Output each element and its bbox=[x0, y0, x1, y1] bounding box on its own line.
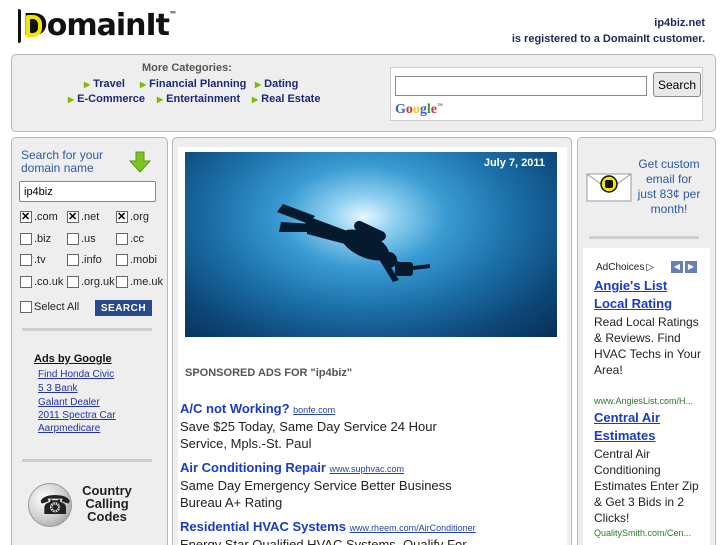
sponsored-ad-url[interactable]: bonfe.com bbox=[293, 405, 335, 415]
sponsored-ad-title[interactable]: A/C not Working? bonfe.com bbox=[180, 401, 335, 416]
right-ad-title[interactable]: Angie's List Local Rating bbox=[594, 277, 704, 313]
right-ad-title[interactable]: Central Air Estimates bbox=[594, 409, 704, 445]
tld-checkbox-co-uk[interactable]: .co.uk bbox=[20, 276, 63, 288]
category-financial-planning[interactable]: ▶ Financial Planning bbox=[140, 78, 246, 90]
adchoices-triangle-icon: ▷ bbox=[646, 262, 655, 273]
registered-domain: ip4biz.net bbox=[654, 17, 705, 29]
sponsored-ad-description: Energy Star Qualified HVAC Systems. Qual… bbox=[180, 537, 467, 545]
date-label: July 7, 2011 bbox=[483, 157, 545, 169]
checkbox-checked[interactable] bbox=[20, 210, 32, 223]
google-search-button[interactable]: Search bbox=[653, 72, 701, 97]
category-real-estate[interactable]: ▶ Real Estate bbox=[252, 93, 320, 105]
tld-checkbox-tv[interactable]: .tv bbox=[20, 254, 46, 266]
google-search-input[interactable] bbox=[395, 76, 647, 96]
sponsored-ad-title[interactable]: Residential HVAC Systems www.rheem.com/A… bbox=[180, 519, 480, 534]
category-dating[interactable]: ▶ Dating bbox=[255, 78, 298, 90]
bullet-arrow-icon: ▶ bbox=[140, 79, 147, 89]
tld-checkbox-biz[interactable]: .biz bbox=[20, 233, 51, 245]
domain-name-input[interactable] bbox=[19, 181, 156, 202]
sponsored-ad-url[interactable]: www.suphvac.com bbox=[330, 464, 405, 474]
scuba-diver-silhouette bbox=[277, 204, 430, 282]
divider bbox=[22, 459, 152, 462]
hero-image: July 7, 2011 bbox=[185, 152, 557, 337]
tld-checkbox-mobi[interactable]: .mobi bbox=[116, 254, 157, 266]
email-envelope-icon[interactable] bbox=[586, 170, 632, 202]
tld-checkbox-cc[interactable]: .cc bbox=[116, 233, 144, 245]
google-logo: Google™ bbox=[395, 102, 443, 117]
ad-link[interactable]: Find Honda Civic bbox=[38, 369, 114, 380]
checkbox[interactable] bbox=[20, 301, 32, 313]
tld-checkbox-org-uk[interactable]: .org.uk bbox=[67, 276, 115, 288]
domainit-logo[interactable]: DomainIt™ bbox=[18, 8, 177, 44]
sponsored-ad-description: Save $25 Today, Same Day Service 24 Hour… bbox=[180, 419, 437, 451]
checkbox[interactable] bbox=[116, 276, 128, 288]
telephone-globe-icon[interactable] bbox=[28, 483, 72, 527]
checkbox[interactable] bbox=[20, 254, 32, 266]
sponsored-ads-heading: SPONSORED ADS FOR "ip4biz" bbox=[185, 367, 353, 379]
checkbox[interactable] bbox=[67, 276, 79, 288]
sponsored-ad-title[interactable]: Air Conditioning Repair www.suphvac.com bbox=[180, 460, 404, 475]
tld-checkbox-me-uk[interactable]: .me.uk bbox=[116, 276, 163, 288]
category-entertainment[interactable]: ▶ Entertainment bbox=[157, 93, 240, 105]
right-ad-description: Central Air Conditioning Estimates Enter… bbox=[594, 447, 699, 525]
right-ad-url[interactable]: QualitySmith.com/Cen... bbox=[594, 528, 700, 538]
more-categories-heading: More Categories: bbox=[142, 62, 232, 74]
category-travel[interactable]: ▶ Travel bbox=[84, 78, 125, 90]
checkbox[interactable] bbox=[20, 233, 32, 245]
ad-link[interactable]: Galant Dealer bbox=[38, 397, 100, 408]
adchoices-label[interactable]: AdChoices ▷ bbox=[596, 262, 654, 273]
sponsored-ad-url[interactable]: www.rheem.com/AirConditioner bbox=[350, 523, 476, 533]
tld-checkbox-org[interactable]: .org bbox=[116, 210, 149, 223]
bullet-arrow-icon: ▶ bbox=[157, 94, 164, 104]
custom-email-promo[interactable]: Get custom email for just 83¢ per month! bbox=[636, 157, 702, 217]
ads-by-google-title[interactable]: Ads by Google bbox=[34, 353, 112, 365]
checkbox[interactable] bbox=[67, 254, 79, 266]
green-down-arrow-icon bbox=[128, 151, 152, 173]
registration-info: ip4biz.net is registered to a DomainIt c… bbox=[512, 15, 705, 47]
ad-link[interactable]: 5 3 Bank bbox=[38, 383, 77, 394]
right-ad-url[interactable]: www.AngiesList.com/H... bbox=[594, 396, 700, 406]
divider bbox=[589, 236, 699, 239]
registered-text: is registered to a DomainIt customer. bbox=[511, 33, 705, 45]
checkbox[interactable] bbox=[116, 254, 128, 266]
tld-checkbox-com[interactable]: .com bbox=[20, 210, 58, 223]
bullet-arrow-icon: ▶ bbox=[255, 79, 262, 89]
category-e-commerce[interactable]: ▶ E-Commerce bbox=[68, 93, 145, 105]
country-calling-codes-link[interactable]: Country Calling Codes bbox=[76, 484, 138, 523]
right-ad-description: Read Local Ratings & Reviews. Find HVAC … bbox=[594, 315, 701, 377]
domain-search-title: Search for your domain name bbox=[21, 148, 104, 175]
checkbox[interactable] bbox=[116, 233, 128, 245]
divider bbox=[22, 328, 152, 331]
sponsored-ad-description: Same Day Emergency Service Better Busine… bbox=[180, 478, 452, 510]
ad-link[interactable]: 2011 Spectra Car bbox=[38, 410, 116, 421]
previous-ad-icon[interactable]: ◀ bbox=[671, 261, 683, 273]
bullet-arrow-icon: ▶ bbox=[252, 94, 259, 104]
bullet-arrow-icon: ▶ bbox=[68, 94, 75, 104]
bullet-arrow-icon: ▶ bbox=[84, 79, 91, 89]
domain-search-button[interactable]: SEARCH bbox=[95, 300, 152, 316]
google-search-box: Search Google™ bbox=[390, 67, 703, 121]
checkbox-checked[interactable] bbox=[116, 210, 128, 223]
select-all-checkbox[interactable]: Select All bbox=[20, 301, 79, 313]
checkbox[interactable] bbox=[67, 233, 79, 245]
ad-link[interactable]: Aarpmedicare bbox=[38, 423, 100, 434]
tld-checkbox-net[interactable]: .net bbox=[67, 210, 99, 223]
logo-d-icon bbox=[18, 9, 41, 43]
logo-text: DomainIt™ bbox=[22, 8, 177, 43]
checkbox-checked[interactable] bbox=[67, 210, 79, 223]
tld-checkbox-us[interactable]: .us bbox=[67, 233, 96, 245]
tld-checkbox-info[interactable]: .info bbox=[67, 254, 102, 266]
checkbox[interactable] bbox=[20, 276, 32, 288]
next-ad-icon[interactable]: ▶ bbox=[685, 261, 697, 273]
